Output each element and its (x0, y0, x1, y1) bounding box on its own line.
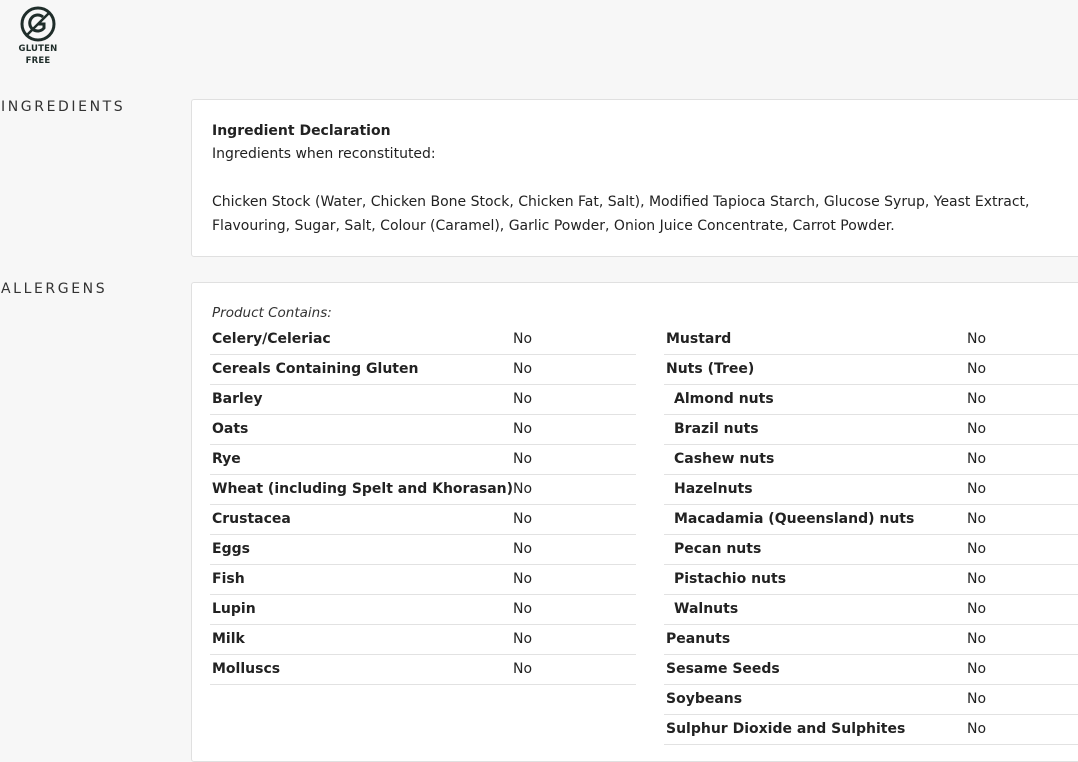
allergen-name: Barley (212, 391, 263, 407)
allergen-row: Oats No (210, 415, 636, 445)
allergen-name: Cereals Containing Gluten (212, 361, 419, 377)
allergen-name: Mustard (666, 331, 732, 347)
allergen-value: No (967, 451, 987, 467)
allergen-name: Hazelnuts (674, 481, 753, 497)
product-contains-label: Product Contains: (212, 305, 332, 321)
allergen-name: Molluscs (212, 661, 281, 677)
allergen-row: Rye No (210, 445, 636, 475)
ingredients-subtitle: Ingredients when reconstituted: (212, 146, 436, 162)
allergen-name: Eggs (212, 541, 250, 557)
allergen-value: No (967, 691, 987, 707)
ingredients-text: Chicken Stock (Water, Chicken Bone Stock… (212, 194, 1030, 234)
allergen-name: Oats (212, 421, 249, 437)
allergen-value: No (967, 721, 987, 737)
allergen-value: No (967, 391, 987, 407)
allergen-row: Nuts (Tree) No (664, 355, 1078, 385)
allergen-name: Pistachio nuts (674, 571, 787, 587)
allergen-name: Fish (212, 571, 245, 587)
allergen-value: No (513, 661, 533, 677)
ingredients-section-label: INGREDIENTS (1, 99, 126, 115)
allergen-value: No (513, 571, 533, 587)
allergen-value: No (967, 331, 987, 347)
allergen-row: Eggs No (210, 535, 636, 565)
allergen-row: Milk No (210, 625, 636, 655)
allergen-name: Walnuts (674, 601, 739, 617)
allergen-name: Rye (212, 451, 241, 467)
allergen-value: No (513, 331, 533, 347)
allergen-value: No (967, 541, 987, 557)
allergen-name: Pecan nuts (674, 541, 762, 557)
badge-label-line2: FREE (25, 56, 51, 66)
gluten-free-badge: GLUTEN FREE (13, 6, 63, 66)
gluten-free-icon (20, 6, 56, 42)
allergen-name: Brazil nuts (674, 421, 759, 437)
allergen-column-right: Mustard No Nuts (Tree) No Almond nuts No Brazi… (664, 325, 1078, 745)
allergen-value: No (967, 631, 987, 647)
allergen-name: Wheat (including Spelt and Khorasan) (212, 481, 514, 497)
allergen-row: Pecan nuts No (664, 535, 1078, 565)
allergen-row: Mustard No (664, 325, 1078, 355)
badge-label-line1: GLUTEN (18, 44, 58, 54)
allergen-value: No (967, 421, 987, 437)
allergen-name: Milk (212, 631, 245, 647)
allergen-row: Cereals Containing Gluten No (210, 355, 636, 385)
allergen-row: Almond nuts No (664, 385, 1078, 415)
allergen-value: No (513, 631, 533, 647)
allergen-row: Pistachio nuts No (664, 565, 1078, 595)
allergen-value: No (513, 541, 533, 557)
allergen-value: No (513, 391, 533, 407)
allergen-row: Fish No (210, 565, 636, 595)
allergen-value: No (513, 421, 533, 437)
allergen-name: Crustacea (212, 511, 291, 527)
allergen-value: No (513, 601, 533, 617)
allergen-value: No (967, 601, 987, 617)
allergen-row: Sesame Seeds No (664, 655, 1078, 685)
allergen-name: Soybeans (666, 691, 743, 707)
allergen-name: Celery/Celeriac (212, 331, 331, 347)
allergen-name: Almond nuts (674, 391, 774, 407)
allergen-row: Barley No (210, 385, 636, 415)
allergen-value: No (513, 511, 533, 527)
allergens-section-label: ALLERGENS (1, 281, 108, 297)
allergen-row: Hazelnuts No (664, 475, 1078, 505)
allergen-row: Lupin No (210, 595, 636, 625)
allergen-row: Molluscs No (210, 655, 636, 685)
allergen-row: Celery/Celeriac No (210, 325, 636, 355)
allergen-name: Sulphur Dioxide and Sulphites (666, 721, 906, 737)
ingredients-card: Ingredient Declaration Ingredients when … (191, 99, 1078, 257)
allergen-value: No (967, 571, 987, 587)
allergen-name: Macadamia (Queensland) nuts (674, 511, 915, 527)
allergen-name: Lupin (212, 601, 256, 617)
allergen-row: Brazil nuts No (664, 415, 1078, 445)
allergen-name: Cashew nuts (674, 451, 775, 467)
allergen-row: Peanuts No (664, 625, 1078, 655)
ingredient-declaration-title: Ingredient Declaration (212, 123, 391, 139)
allergen-row: Sulphur Dioxide and Sulphites No (664, 715, 1078, 745)
allergens-card: Product Contains: Celery/Celeriac No Cerea… (191, 282, 1078, 762)
allergen-value: No (967, 661, 987, 677)
allergen-row: Macadamia (Queensland) nuts No (664, 505, 1078, 535)
allergen-row: Soybeans No (664, 685, 1078, 715)
allergen-value: No (967, 511, 987, 527)
allergen-value: No (513, 451, 533, 467)
allergen-value: No (513, 481, 533, 497)
allergen-name: Nuts (Tree) (666, 361, 755, 377)
allergen-name: Sesame Seeds (666, 661, 780, 677)
allergen-row: Wheat (including Spelt and Khorasan) No (210, 475, 636, 505)
allergen-name: Peanuts (666, 631, 731, 647)
allergen-value: No (513, 361, 533, 377)
allergen-row: Cashew nuts No (664, 445, 1078, 475)
allergen-row: Walnuts No (664, 595, 1078, 625)
allergen-value: No (967, 481, 987, 497)
allergen-column-left: Celery/Celeriac No Cereals Containing Glut… (210, 325, 636, 685)
allergen-row: Crustacea No (210, 505, 636, 535)
allergen-value: No (967, 361, 987, 377)
